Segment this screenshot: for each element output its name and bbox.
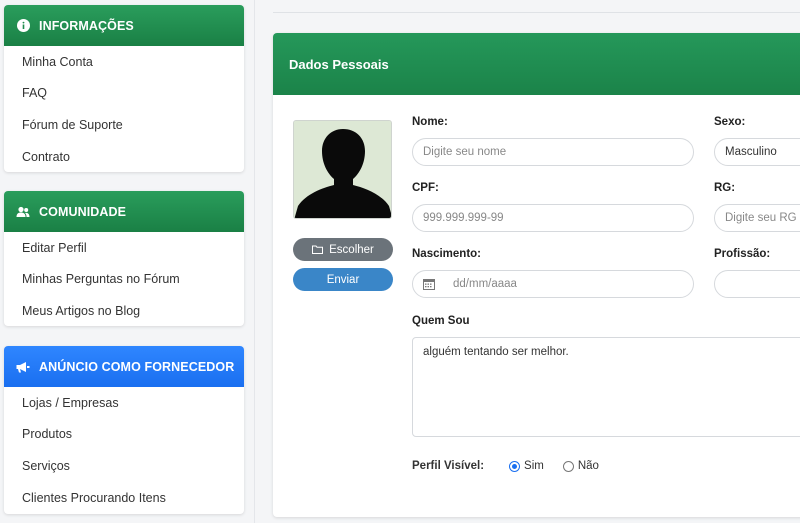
name-label: Nome:	[412, 116, 448, 128]
cpf-input[interactable]: 999.999.999-99	[412, 204, 694, 232]
sidebar-item-clientes-procurando[interactable]: Clientes Procurando Itens	[4, 482, 244, 514]
send-button[interactable]: Enviar	[293, 268, 393, 291]
sidebar-item-faq[interactable]: FAQ	[4, 78, 244, 110]
birth-input[interactable]: dd/mm/aaaa	[412, 270, 694, 298]
sex-select[interactable]: Masculino	[714, 138, 800, 166]
megaphone-icon	[16, 360, 30, 374]
info-section-title: INFORMAÇÕES	[39, 18, 134, 33]
community-section-header: COMUNIDADE	[4, 191, 244, 232]
column-divider	[254, 0, 255, 523]
sidebar-item-minhas-perguntas[interactable]: Minhas Perguntas no Fórum	[4, 264, 244, 296]
sidebar-item-editar-perfil[interactable]: Editar Perfil	[4, 232, 244, 264]
info-icon	[16, 19, 30, 33]
profile-avatar	[293, 120, 392, 219]
visible-yes-radio[interactable]	[509, 460, 521, 472]
top-divider	[273, 12, 800, 13]
sidebar-item-servicos[interactable]: Serviços	[4, 450, 244, 482]
folder-icon	[312, 245, 324, 254]
profile-visible-row: Perfil Visível: Sim Não	[412, 460, 599, 472]
sidebar-item-lojas-empresas[interactable]: Lojas / Empresas	[4, 387, 244, 419]
personal-data-header: Dados Pessoais	[273, 33, 800, 95]
calendar-icon	[423, 278, 435, 290]
about-textarea[interactable]: alguém tentando ser melhor.	[412, 337, 800, 437]
sidebar-item-forum-suporte[interactable]: Fórum de Suporte	[4, 109, 244, 141]
choose-photo-label: Escolher	[329, 243, 374, 256]
about-label: Quem Sou	[412, 315, 470, 327]
person-silhouette-icon	[294, 121, 391, 218]
visible-no-label[interactable]: Não	[578, 460, 599, 472]
users-icon	[16, 205, 30, 219]
community-section-title: COMUNIDADE	[39, 204, 127, 219]
supplier-section-header: ANÚNCIO COMO FORNECEDOR	[4, 346, 244, 387]
supplier-section-title: ANÚNCIO COMO FORNECEDOR	[39, 359, 235, 374]
rg-label: RG:	[714, 182, 736, 194]
info-section-header: INFORMAÇÕES	[4, 5, 244, 46]
profession-label: Profissão:	[714, 248, 771, 260]
sidebar-item-produtos[interactable]: Produtos	[4, 419, 244, 451]
profession-input[interactable]	[714, 270, 800, 298]
name-input[interactable]: Digite seu nome	[412, 138, 694, 166]
visible-no-radio[interactable]	[562, 460, 574, 472]
sidebar-item-contrato[interactable]: Contrato	[4, 141, 244, 172]
visible-yes-label[interactable]: Sim	[524, 460, 544, 472]
birth-placeholder: dd/mm/aaaa	[453, 278, 517, 290]
sex-label: Sexo:	[714, 116, 746, 128]
cpf-label: CPF:	[412, 182, 439, 194]
choose-photo-button[interactable]: Escolher	[293, 238, 393, 261]
sidebar-item-minha-conta[interactable]: Minha Conta	[4, 46, 244, 78]
personal-data-card: Dados Pessoais Escolher Enviar Nome: Dig…	[273, 33, 800, 517]
profile-visible-label: Perfil Visível:	[412, 460, 485, 472]
birth-label: Nascimento:	[412, 248, 482, 260]
community-section: COMUNIDADE Editar Perfil Minhas Pergunta…	[4, 191, 244, 326]
supplier-section: ANÚNCIO COMO FORNECEDOR Lojas / Empresas…	[4, 346, 244, 514]
sidebar: INFORMAÇÕES Minha Conta FAQ Fórum de Sup…	[0, 0, 252, 523]
rg-input[interactable]: Digite seu RG	[714, 204, 800, 232]
info-section: INFORMAÇÕES Minha Conta FAQ Fórum de Sup…	[4, 5, 244, 172]
sidebar-item-meus-artigos[interactable]: Meus Artigos no Blog	[4, 295, 244, 326]
